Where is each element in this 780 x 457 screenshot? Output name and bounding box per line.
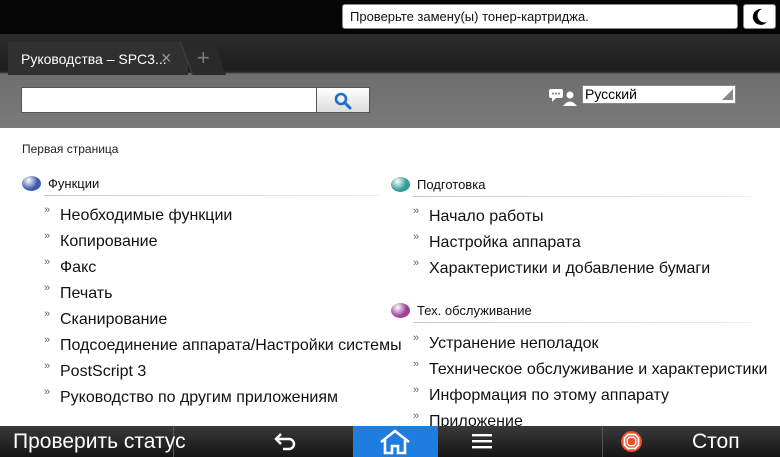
- section-heading: Функции: [22, 175, 388, 197]
- chevron-right-icon: »: [44, 360, 51, 372]
- chevron-right-icon: »: [413, 231, 420, 243]
- chevron-right-icon: »: [44, 204, 51, 216]
- chevron-right-icon: »: [44, 334, 51, 346]
- section-divider: [413, 322, 753, 323]
- menu-icon[interactable]: [472, 433, 492, 450]
- section-ball-icon: [391, 303, 410, 318]
- manual-link-label: PostScript 3: [60, 363, 147, 380]
- manual-link-label: Характеристики и добавление бумаги: [429, 260, 711, 277]
- chevron-right-icon: »: [413, 257, 420, 269]
- chevron-right-icon: »: [413, 358, 420, 370]
- manual-link-label: Устранение неполадок: [429, 335, 599, 352]
- section-divider: [44, 195, 380, 196]
- chevron-right-icon: »: [413, 205, 420, 217]
- manual-link-label: Необходимые функции: [60, 207, 233, 224]
- manual-link-label: Сканирование: [60, 311, 168, 328]
- chevron-right-icon: »: [413, 332, 420, 344]
- energy-saver-button[interactable]: [743, 4, 776, 29]
- chevron-right-icon: »: [44, 386, 51, 398]
- manual-home-page: Первая страница Функции » Необходимые функ…: [0, 128, 780, 426]
- check-status-button[interactable]: Проверить статус: [0, 426, 186, 457]
- section-divider: [413, 196, 753, 197]
- stop-label: Стоп: [692, 430, 740, 453]
- status-message[interactable]: Проверьте замену(ы) тонер-картриджа.: [342, 4, 738, 29]
- tab-title: Руководства – SPC3...: [21, 51, 167, 67]
- system-status-bar: Проверьте замену(ы) тонер-картриджа.: [0, 0, 780, 34]
- chevron-right-icon: »: [44, 256, 51, 268]
- manual-link-label: Настройка аппарата: [429, 234, 581, 251]
- chevron-right-icon: »: [44, 282, 51, 294]
- language-icon: [549, 89, 577, 106]
- manual-link-label: Техническое обслуживание и характеристик…: [429, 361, 768, 378]
- section-ball-icon: [22, 176, 41, 191]
- manual-link-label: Факс: [60, 259, 97, 276]
- language-value: Русский: [585, 86, 637, 102]
- dropdown-arrow-icon: [722, 89, 733, 100]
- search-input[interactable]: [21, 87, 317, 113]
- breadcrumb: Первая страница: [22, 142, 119, 156]
- search-button[interactable]: [317, 87, 370, 113]
- section-title: Тех. обслуживание: [417, 303, 532, 318]
- tab-manuals[interactable]: Руководства – SPC3... ×: [8, 42, 188, 75]
- manual-link-label: Приложение: [429, 413, 523, 426]
- manual-link-label: Руководство по другим приложениям: [60, 389, 338, 406]
- close-tab-icon[interactable]: ×: [161, 48, 172, 68]
- chevron-right-icon: »: [44, 308, 51, 320]
- manual-link-label: Копирование: [60, 233, 158, 250]
- back-icon[interactable]: [273, 431, 299, 451]
- manual-link-label: Печать: [60, 285, 113, 302]
- section-title: Подготовка: [417, 177, 486, 192]
- search-icon: [334, 92, 352, 110]
- system-bottom-bar: Проверить статус Стоп: [0, 426, 780, 457]
- stop-button[interactable]: Стоп: [602, 426, 780, 457]
- manual-link-label: Информация по этому аппарату: [429, 387, 669, 404]
- section-ball-icon: [391, 177, 410, 192]
- chevron-right-icon: »: [413, 384, 420, 396]
- home-icon: [380, 429, 410, 455]
- manual-link-label: Подсоединение аппарата/Настройки системы: [60, 337, 402, 354]
- section-title: Функции: [48, 176, 100, 191]
- section-heading: Подготовка: [391, 176, 761, 198]
- manual-link-label: Начало работы: [429, 208, 544, 225]
- moon-icon: [752, 8, 767, 25]
- language-select[interactable]: Русский: [582, 85, 736, 104]
- plus-icon: +: [196, 45, 210, 70]
- chevron-right-icon: »: [413, 410, 420, 422]
- home-button[interactable]: [353, 426, 438, 457]
- chevron-right-icon: »: [44, 230, 51, 242]
- stop-icon: [621, 431, 642, 452]
- browser-toolbar: Руководства – SPC3... × + Русский: [0, 34, 780, 128]
- section-heading: Тех. обслуживание: [391, 302, 761, 324]
